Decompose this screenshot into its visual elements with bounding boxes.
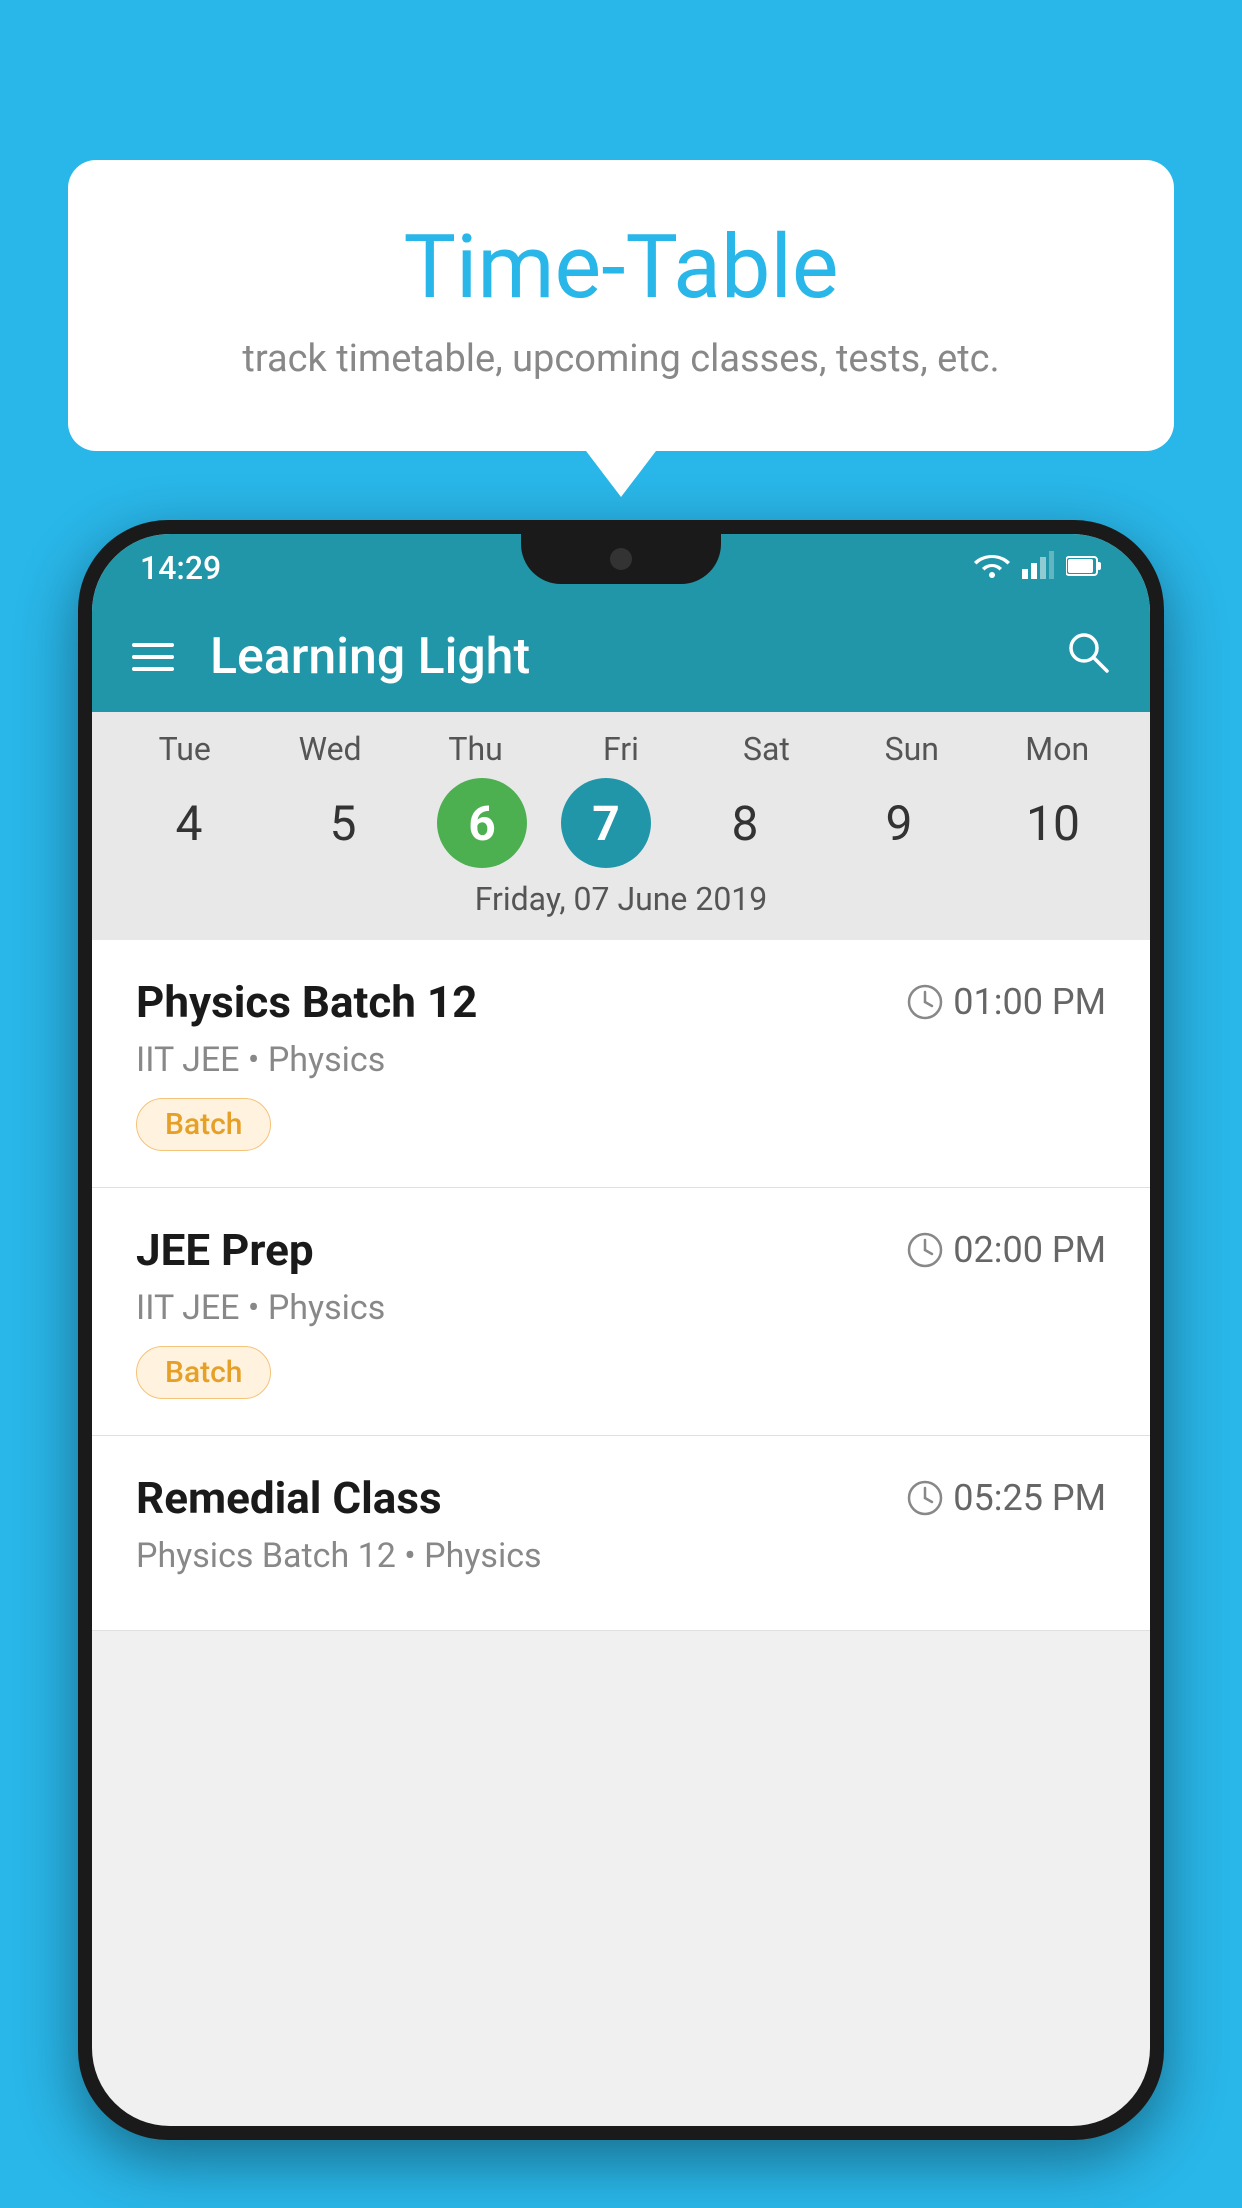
schedule-item-2-badge: Batch xyxy=(136,1346,271,1399)
day-5[interactable]: 5 xyxy=(283,778,403,868)
hamburger-menu[interactable] xyxy=(132,643,174,671)
phone-frame: 14:29 xyxy=(78,520,1164,2140)
day-header-tue: Tue xyxy=(125,730,245,768)
schedule-item-3-title: Remedial Class xyxy=(136,1472,442,1524)
schedule-item-2-time: 02:00 PM xyxy=(907,1229,1106,1271)
search-icon xyxy=(1064,628,1110,674)
calendar-strip: Tue Wed Thu Fri Sat Sun Mon 4 5 6 7 8 9 … xyxy=(92,712,1150,940)
schedule-item-2-header: JEE Prep 02:00 PM xyxy=(136,1224,1106,1276)
phone-screen: 14:29 xyxy=(92,534,1150,2126)
tooltip-card: Time-Table track timetable, upcoming cla… xyxy=(68,160,1174,451)
schedule-item-3-header: Remedial Class 05:25 PM xyxy=(136,1472,1106,1524)
day-header-wed: Wed xyxy=(270,730,390,768)
tooltip-subtitle: track timetable, upcoming classes, tests… xyxy=(108,337,1134,381)
hamburger-line-2 xyxy=(132,655,174,659)
day-4[interactable]: 4 xyxy=(129,778,249,868)
schedule-item-3-subtitle: Physics Batch 12 • Physics xyxy=(136,1536,1106,1576)
schedule-item-1-header: Physics Batch 12 01:00 PM xyxy=(136,976,1106,1028)
search-button[interactable] xyxy=(1064,628,1110,686)
selected-date-label: Friday, 07 June 2019 xyxy=(112,880,1130,932)
day-header-sat: Sat xyxy=(706,730,826,768)
day-numbers: 4 5 6 7 8 9 10 xyxy=(112,778,1130,868)
phone-notch xyxy=(521,534,721,584)
phone-mockup: 14:29 xyxy=(78,520,1164,2208)
status-icons xyxy=(974,551,1102,586)
battery-icon xyxy=(1066,552,1102,585)
schedule-item-3[interactable]: Remedial Class 05:25 PM Physics Batch 12… xyxy=(92,1436,1150,1631)
day-headers: Tue Wed Thu Fri Sat Sun Mon xyxy=(112,730,1130,768)
clock-icon xyxy=(907,984,943,1020)
day-10[interactable]: 10 xyxy=(993,778,1113,868)
day-9[interactable]: 9 xyxy=(839,778,959,868)
day-header-fri: Fri xyxy=(561,730,681,768)
schedule-list: Physics Batch 12 01:00 PM IIT JEE • Phys… xyxy=(92,940,1150,1631)
schedule-item-3-time: 05:25 PM xyxy=(907,1477,1106,1519)
schedule-item-1-time: 01:00 PM xyxy=(907,981,1106,1023)
schedule-item-2-subtitle: IIT JEE • Physics xyxy=(136,1288,1106,1328)
app-bar: Learning Light xyxy=(92,602,1150,712)
hamburger-line-1 xyxy=(132,643,174,647)
day-6-today[interactable]: 6 xyxy=(437,778,527,868)
signal-icon xyxy=(1022,551,1054,586)
day-header-thu: Thu xyxy=(416,730,536,768)
schedule-item-1-subtitle: IIT JEE • Physics xyxy=(136,1040,1106,1080)
schedule-item-1-title: Physics Batch 12 xyxy=(136,976,477,1028)
camera-dot xyxy=(610,548,632,570)
schedule-item-2[interactable]: JEE Prep 02:00 PM IIT JEE • Physics Batc… xyxy=(92,1188,1150,1436)
tooltip-title: Time-Table xyxy=(108,220,1134,317)
schedule-item-1[interactable]: Physics Batch 12 01:00 PM IIT JEE • Phys… xyxy=(92,940,1150,1188)
hamburger-line-3 xyxy=(132,667,174,671)
schedule-item-1-badge: Batch xyxy=(136,1098,271,1151)
day-header-sun: Sun xyxy=(852,730,972,768)
schedule-item-2-title: JEE Prep xyxy=(136,1224,314,1276)
day-header-mon: Mon xyxy=(997,730,1117,768)
day-7-selected[interactable]: 7 xyxy=(561,778,651,868)
app-title: Learning Light xyxy=(210,628,1064,686)
status-time: 14:29 xyxy=(140,549,221,587)
day-8[interactable]: 8 xyxy=(685,778,805,868)
clock-icon-2 xyxy=(907,1232,943,1268)
wifi-icon xyxy=(974,551,1010,586)
clock-icon-3 xyxy=(907,1480,943,1516)
